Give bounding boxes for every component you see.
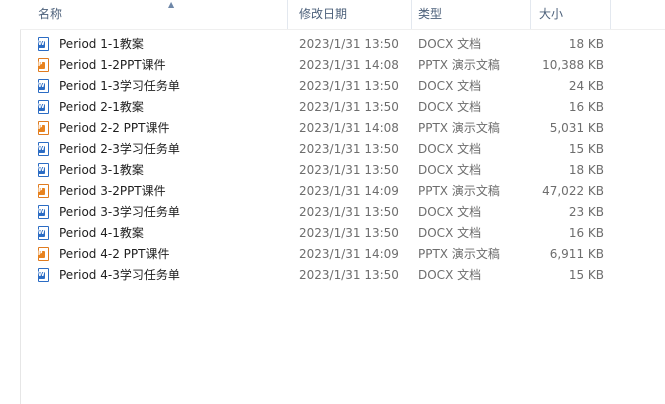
file-row[interactable]: W Period 4-3学习任务单 2023/1/31 13:50 DOCX 文档 15… [20, 265, 665, 286]
file-name: Period 3-1教案 [59, 163, 144, 177]
file-name-cell: W Period 1-1教案 [38, 34, 288, 55]
file-size: 16 KB [568, 226, 604, 240]
file-row[interactable]: W Period 2-3学习任务单 2023/1/31 13:50 DOCX 文档 15… [20, 139, 665, 160]
file-row[interactable]: P Period 1-2PPT课件 2023/1/31 14:08 PPTX 演示文稿… [20, 55, 665, 76]
file-type: DOCX 文档 [418, 205, 482, 219]
file-type: DOCX 文档 [418, 79, 482, 93]
file-date: 2023/1/31 13:50 [299, 205, 399, 219]
file-name-cell: P Period 2-2 PPT课件 [38, 118, 288, 139]
file-explorer-window: 名称 ▲ 修改日期 类型 大小 W Period 1-1教案 2023/1/31 1… [0, 0, 665, 404]
column-header-date[interactable]: 修改日期 [291, 0, 412, 29]
file-name-cell: W Period 3-3学习任务单 [38, 202, 288, 223]
word-doc-icon: W [38, 268, 49, 282]
file-name-cell: W Period 2-3学习任务单 [38, 139, 288, 160]
file-type: PPTX 演示文稿 [418, 121, 500, 135]
file-type: PPTX 演示文稿 [418, 247, 500, 261]
file-size: 6,911 KB [549, 247, 604, 261]
column-header-type[interactable]: 类型 [410, 0, 531, 29]
file-type: DOCX 文档 [418, 163, 482, 177]
file-row[interactable]: W Period 4-1教案 2023/1/31 13:50 DOCX 文档 16 KB [20, 223, 665, 244]
file-row[interactable]: W Period 2-1教案 2023/1/31 13:50 DOCX 文档 16 KB [20, 97, 665, 118]
powerpoint-icon: P [38, 121, 49, 135]
powerpoint-icon: P [38, 247, 49, 261]
file-date: 2023/1/31 13:50 [299, 100, 399, 114]
word-doc-icon: W [38, 163, 49, 177]
file-name-cell: P Period 3-2PPT课件 [38, 181, 288, 202]
file-row[interactable]: W Period 1-1教案 2023/1/31 13:50 DOCX 文档 18 KB [20, 34, 665, 55]
file-type: PPTX 演示文稿 [418, 58, 500, 72]
file-date: 2023/1/31 14:09 [299, 247, 399, 261]
file-date: 2023/1/31 14:09 [299, 184, 399, 198]
file-name: Period 1-2PPT课件 [59, 58, 166, 72]
file-date: 2023/1/31 13:50 [299, 226, 399, 240]
file-row[interactable]: W Period 1-3学习任务单 2023/1/31 13:50 DOCX 文档 24… [20, 76, 665, 97]
file-row[interactable]: W Period 3-1教案 2023/1/31 13:50 DOCX 文档 18 KB [20, 160, 665, 181]
column-header-name-label: 名称 [38, 7, 63, 21]
file-date: 2023/1/31 13:50 [299, 142, 399, 156]
word-doc-icon: W [38, 205, 49, 219]
word-doc-icon: W [38, 79, 49, 93]
file-type: DOCX 文档 [418, 226, 482, 240]
file-type: PPTX 演示文稿 [418, 184, 500, 198]
file-name-cell: W Period 4-3学习任务单 [38, 265, 288, 286]
file-size: 15 KB [568, 268, 604, 282]
file-row[interactable]: P Period 2-2 PPT课件 2023/1/31 14:08 PPTX 演示文… [20, 118, 665, 139]
file-size: 47,022 KB [542, 184, 604, 198]
file-name-cell: P Period 1-2PPT课件 [38, 55, 288, 76]
file-name-cell: W Period 2-1教案 [38, 97, 288, 118]
file-name: Period 3-2PPT课件 [59, 184, 166, 198]
file-size: 18 KB [568, 37, 604, 51]
column-header-name[interactable]: 名称 ▲ [30, 0, 288, 29]
word-doc-icon: W [38, 226, 49, 240]
file-type: DOCX 文档 [418, 37, 482, 51]
word-doc-icon: W [38, 100, 49, 114]
file-size: 23 KB [568, 205, 604, 219]
file-name: Period 4-3学习任务单 [59, 268, 180, 282]
file-size: 16 KB [568, 100, 604, 114]
sort-ascending-icon: ▲ [168, 0, 175, 9]
file-date: 2023/1/31 13:50 [299, 79, 399, 93]
file-size: 10,388 KB [542, 58, 604, 72]
file-name: Period 3-3学习任务单 [59, 205, 180, 219]
file-name: Period 4-1教案 [59, 226, 144, 240]
file-date: 2023/1/31 14:08 [299, 58, 399, 72]
file-date: 2023/1/31 14:08 [299, 121, 399, 135]
column-header-type-label: 类型 [418, 7, 443, 21]
file-list: W Period 1-1教案 2023/1/31 13:50 DOCX 文档 18 KB… [20, 34, 665, 286]
file-date: 2023/1/31 13:50 [299, 268, 399, 282]
file-name: Period 2-3学习任务单 [59, 142, 180, 156]
file-name: Period 1-3学习任务单 [59, 79, 180, 93]
powerpoint-icon: P [38, 184, 49, 198]
powerpoint-icon: P [38, 58, 49, 72]
file-size: 15 KB [568, 142, 604, 156]
file-date: 2023/1/31 13:50 [299, 163, 399, 177]
file-size: 24 KB [568, 79, 604, 93]
file-date: 2023/1/31 13:50 [299, 37, 399, 51]
column-header-size-label: 大小 [539, 7, 564, 21]
column-header-bar: 名称 ▲ 修改日期 类型 大小 [20, 0, 665, 30]
file-name-cell: W Period 4-1教案 [38, 223, 288, 244]
navigation-pane-edge [0, 0, 21, 404]
file-name-cell: W Period 1-3学习任务单 [38, 76, 288, 97]
word-doc-icon: W [38, 142, 49, 156]
file-type: DOCX 文档 [418, 142, 482, 156]
column-header-date-label: 修改日期 [299, 7, 348, 21]
file-name-cell: W Period 3-1教案 [38, 160, 288, 181]
file-size: 18 KB [568, 163, 604, 177]
file-name: Period 2-2 PPT课件 [59, 121, 170, 135]
file-name: Period 1-1教案 [59, 37, 144, 51]
file-name: Period 2-1教案 [59, 100, 144, 114]
file-row[interactable]: W Period 3-3学习任务单 2023/1/31 13:50 DOCX 文档 23… [20, 202, 665, 223]
file-name-cell: P Period 4-2 PPT课件 [38, 244, 288, 265]
file-size: 5,031 KB [549, 121, 604, 135]
file-row[interactable]: P Period 4-2 PPT课件 2023/1/31 14:09 PPTX 演示文… [20, 244, 665, 265]
word-doc-icon: W [38, 37, 49, 51]
file-row[interactable]: P Period 3-2PPT课件 2023/1/31 14:09 PPTX 演示文稿… [20, 181, 665, 202]
file-type: DOCX 文档 [418, 100, 482, 114]
column-header-size[interactable]: 大小 [531, 0, 611, 29]
file-type: DOCX 文档 [418, 268, 482, 282]
file-name: Period 4-2 PPT课件 [59, 247, 170, 261]
